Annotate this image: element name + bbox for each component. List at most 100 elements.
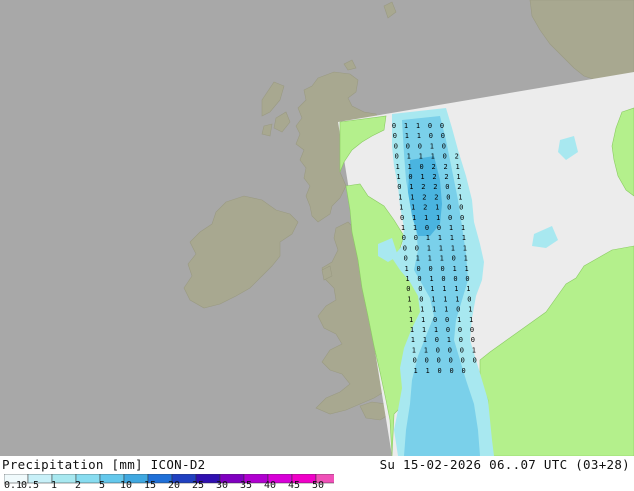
colorbar-tick-label: 5 xyxy=(98,480,106,491)
precip-value-label: 0 xyxy=(452,255,456,263)
precip-value-label: 1 xyxy=(416,122,420,130)
precip-value-label: 0 xyxy=(440,265,444,273)
precip-value-label: 0 xyxy=(436,346,440,354)
precip-value-label: 0 xyxy=(394,142,398,150)
precip-value-label: 1 xyxy=(428,255,432,263)
precip-value-label: 0 xyxy=(418,285,422,293)
precip-value-label: 2 xyxy=(434,193,438,201)
map-footer: Precipitation [mm] ICON-D2 Su 15-02-2026… xyxy=(0,456,634,491)
precip-value-label: 1 xyxy=(405,132,409,140)
precip-value-label: 1 xyxy=(429,275,433,283)
precip-value-label: 0 xyxy=(449,357,453,365)
precip-value-label: 0 xyxy=(425,357,429,365)
precip-value-label: 0 xyxy=(425,224,429,232)
precip-value-label: 2 xyxy=(443,163,447,171)
precip-value-label: 1 xyxy=(422,326,426,334)
precip-value-label: 1 xyxy=(454,285,458,293)
precip-value-label: 1 xyxy=(411,204,415,212)
colorbar-tick-label: 10 xyxy=(119,480,133,491)
precip-value-label: 0 xyxy=(406,285,410,293)
precip-value-label: 1 xyxy=(420,306,424,314)
precip-value-label: 2 xyxy=(457,183,461,191)
precip-value-label: 1 xyxy=(404,265,408,273)
precip-value-label: 0 xyxy=(440,122,444,130)
precip-value-label: 1 xyxy=(452,265,456,273)
precip-value-label: 0 xyxy=(446,326,450,334)
map-valid-time: Su 15-02-2026 06..07 UTC (03+28) xyxy=(379,457,630,472)
precip-value-label: 1 xyxy=(401,224,405,232)
precip-value-label: 1 xyxy=(455,163,459,171)
precip-value-label: 1 xyxy=(412,214,416,222)
precip-value-label: 0 xyxy=(445,316,449,324)
precip-value-label: 1 xyxy=(434,326,438,334)
colorbar-tick-label: 2 xyxy=(74,480,82,491)
precip-value-label: 2 xyxy=(431,163,435,171)
precip-value-label: 1 xyxy=(423,336,427,344)
precip-value-label: 1 xyxy=(412,346,416,354)
precip-value-label: 0 xyxy=(403,244,407,252)
precip-value-label: 1 xyxy=(472,346,476,354)
precip-value-label: 0 xyxy=(465,275,469,283)
precip-value-label: 2 xyxy=(455,153,459,161)
precip-value-label: 1 xyxy=(424,346,428,354)
colorbar-tick-label: 15 xyxy=(143,480,157,491)
precip-value-label: 1 xyxy=(466,285,470,293)
colorbar-tick-label: 0.5 xyxy=(20,480,40,491)
precip-value-label: 0 xyxy=(416,265,420,273)
precip-value-label: 0 xyxy=(460,346,464,354)
precip-value-label: 0 xyxy=(419,163,423,171)
precip-value-label: 0 xyxy=(435,336,439,344)
precip-value-label: 1 xyxy=(416,255,420,263)
precip-value-label: 1 xyxy=(407,153,411,161)
precip-value-label: 1 xyxy=(413,224,417,232)
colorbar-tick-label: 25 xyxy=(191,480,205,491)
precip-value-label: 0 xyxy=(458,326,462,334)
precip-value-label: 1 xyxy=(411,336,415,344)
precip-value-label: 0 xyxy=(448,346,452,354)
precip-value-label: 0 xyxy=(459,336,463,344)
precip-value-label: 0 xyxy=(461,367,465,375)
precip-value-label: 0 xyxy=(443,153,447,161)
precip-value-label: 1 xyxy=(409,183,413,191)
precip-value-label: 2 xyxy=(423,204,427,212)
precip-value-label: 0 xyxy=(449,367,453,375)
precip-value-label: 1 xyxy=(442,285,446,293)
precip-value-label: 0 xyxy=(402,234,406,242)
precip-value-label: 0 xyxy=(392,122,396,130)
precip-value-label: 0 xyxy=(470,326,474,334)
precip-value-label: 0 xyxy=(395,153,399,161)
precip-value-label: 2 xyxy=(444,173,448,181)
precip-value-label: 0 xyxy=(414,234,418,242)
precip-value-label: 0 xyxy=(471,336,475,344)
precip-value-label: 0 xyxy=(442,142,446,150)
precip-value-label: 1 xyxy=(461,224,465,232)
precip-value-label: 1 xyxy=(450,234,454,242)
precip-value-label: 0 xyxy=(393,132,397,140)
precip-value-label: 1 xyxy=(430,285,434,293)
precip-value-label: 0 xyxy=(456,306,460,314)
precip-value-label: 1 xyxy=(435,204,439,212)
precip-value-label: 1 xyxy=(444,306,448,314)
precip-value-label: 0 xyxy=(460,214,464,222)
colorbar-tick-label: 1 xyxy=(50,480,58,491)
precip-value-label: 1 xyxy=(432,306,436,314)
precip-value-label: 1 xyxy=(456,173,460,181)
precip-value-label: 0 xyxy=(473,357,477,365)
precip-value-label: 0 xyxy=(428,122,432,130)
precip-value-label: 1 xyxy=(431,295,435,303)
precip-value-label: 0 xyxy=(400,214,404,222)
precip-value-label: 2 xyxy=(433,183,437,191)
precip-value-label: 1 xyxy=(449,224,453,232)
precip-value-label: 0 xyxy=(413,357,417,365)
precip-value-label: 1 xyxy=(405,275,409,283)
precip-value-label: 0 xyxy=(428,265,432,273)
precip-value-label: 1 xyxy=(426,234,430,242)
precip-value-label: 1 xyxy=(427,244,431,252)
precip-value-label: 1 xyxy=(399,204,403,212)
precip-value-label: 1 xyxy=(424,214,428,222)
precip-value-label: 1 xyxy=(410,193,414,201)
precip-value-label: 1 xyxy=(457,316,461,324)
precip-value-label: 1 xyxy=(417,132,421,140)
precip-value-label: 1 xyxy=(404,122,408,130)
precip-value-label: 0 xyxy=(437,357,441,365)
